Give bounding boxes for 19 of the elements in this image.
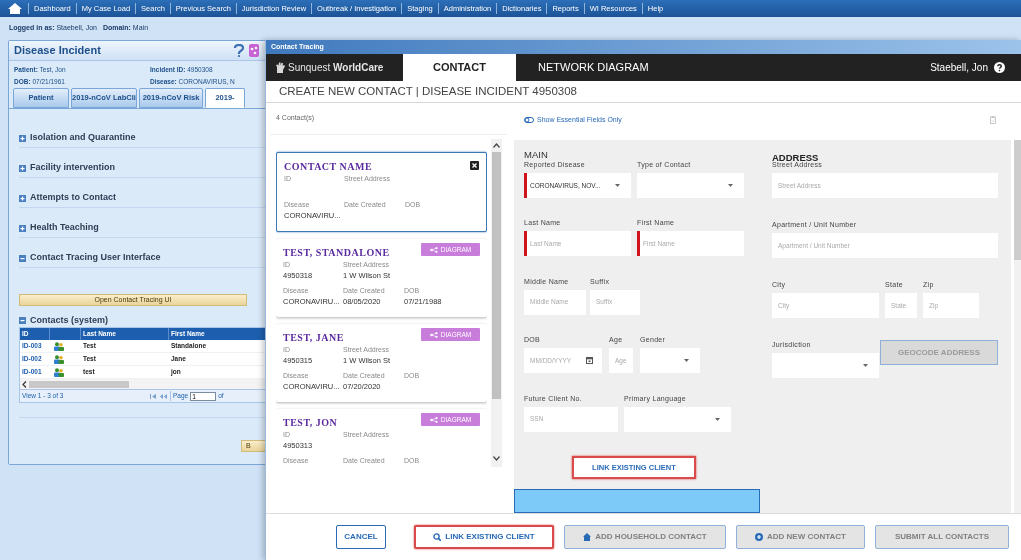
panel-title: Disease Incident: [14, 43, 102, 59]
section-title[interactable]: Contacts (system): [30, 313, 109, 328]
section-title[interactable]: Attempts to Contact: [30, 191, 116, 205]
header-tab[interactable]: CONTACT: [403, 54, 516, 81]
section-title[interactable]: Facility intervention: [30, 161, 116, 175]
brand-logo: Sunquest WorldCare: [288, 61, 384, 75]
user-name[interactable]: Staebell, Jon: [930, 60, 988, 75]
contact-name: TEST, STANDALONE: [283, 246, 390, 260]
section-title: MAIN: [524, 150, 549, 160]
contact-name: TEST, JANE: [283, 331, 344, 345]
section-title[interactable]: Contact Tracing User Interface: [30, 251, 161, 265]
section-title: ADDRESS: [772, 153, 819, 163]
footer-button[interactable]: LINK EXISTING CLIENT: [414, 525, 554, 549]
contact-name: TEST, JON: [283, 416, 338, 430]
contact-name: CONTACT NAME: [284, 160, 373, 174]
footer-button[interactable]: CANCEL: [336, 525, 386, 549]
page-heading: CREATE NEW CONTACT | DISEASE INCIDENT 4950308: [279, 83, 578, 99]
section-title[interactable]: Health Teaching: [30, 221, 99, 235]
section-title[interactable]: Isolation and Quarantine: [30, 131, 136, 145]
